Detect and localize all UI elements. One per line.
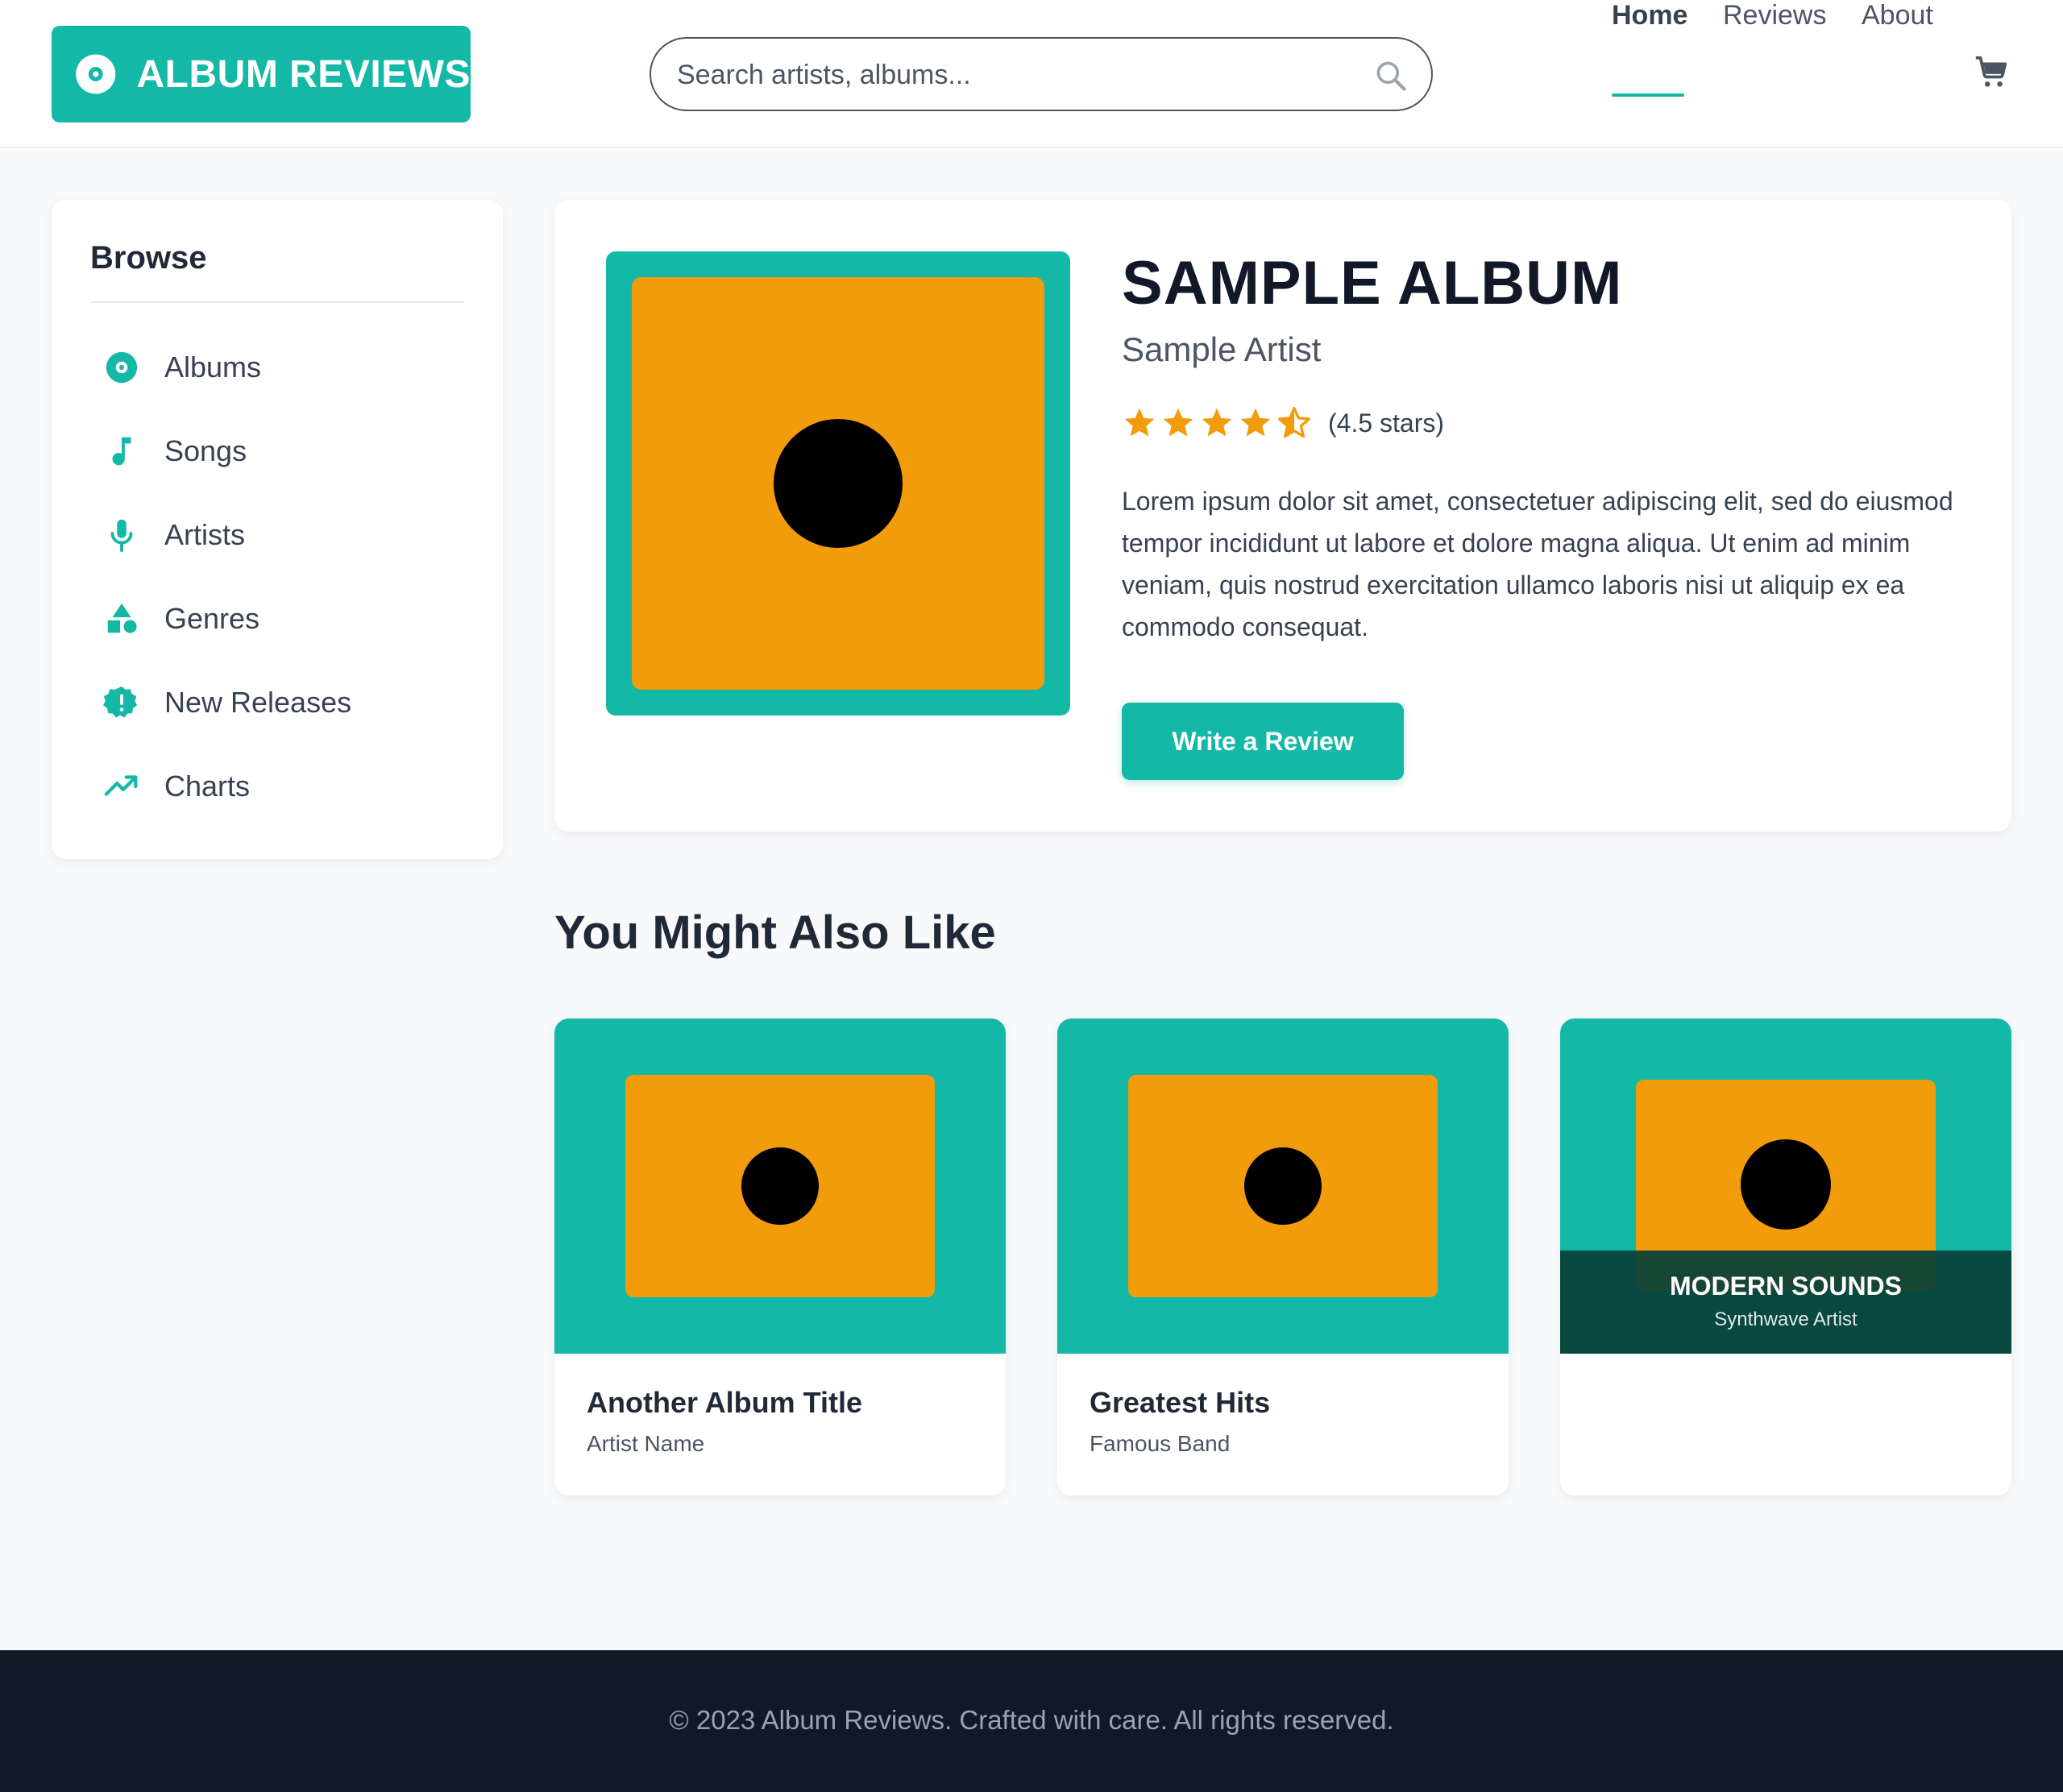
nav-about[interactable]: About bbox=[1862, 0, 1933, 31]
album-cover-disc-center bbox=[1244, 1147, 1322, 1225]
sidebar-item-label: Charts bbox=[164, 769, 251, 803]
shapes-icon bbox=[107, 603, 137, 633]
album-cover bbox=[606, 251, 1070, 716]
sidebar-item-new-releases[interactable]: New Releases bbox=[103, 670, 474, 735]
footer-copyright: © 2023 Album Reviews. Crafted with care.… bbox=[669, 1705, 1394, 1735]
trending-up-icon bbox=[104, 775, 138, 796]
recommendation-artist: Artist Name bbox=[587, 1431, 705, 1456]
sidebar-item-songs[interactable]: Songs bbox=[103, 419, 474, 483]
sidebar-item-label: New Releases bbox=[164, 686, 352, 719]
logo-text: ALBUM REVIEWS bbox=[136, 52, 471, 96]
star-full-icon bbox=[1202, 408, 1232, 437]
album-artist: Sample Artist bbox=[1122, 330, 1322, 368]
rating-text: (4.5 stars) bbox=[1328, 408, 1445, 438]
recommendation-card[interactable]: Greatest Hits Famous Band bbox=[1057, 1018, 1509, 1495]
sidebar-divider bbox=[90, 301, 464, 303]
sidebar-item-charts[interactable]: Charts bbox=[103, 754, 474, 819]
sidebar-item-artists[interactable]: Artists bbox=[103, 503, 474, 567]
site-header: ALBUM REVIEWS Home Reviews About bbox=[0, 0, 2063, 148]
album-cover-disc-center bbox=[774, 419, 903, 548]
music-note-icon bbox=[112, 437, 131, 466]
album-description: Lorem ipsum dolor sit amet, consectetuer… bbox=[1122, 487, 1953, 641]
section-title: You Might Also Like bbox=[554, 906, 996, 959]
nav-home[interactable]: Home bbox=[1612, 0, 1687, 31]
sidebar-item-label: Songs bbox=[164, 434, 247, 467]
recommendation-card[interactable]: Another Album Title Artist Name bbox=[554, 1018, 1006, 1495]
sidebar-item-label: Genres bbox=[164, 602, 260, 635]
recommendation-title: Another Album Title bbox=[587, 1386, 862, 1419]
star-rating: (4.5 stars) bbox=[1122, 403, 1444, 443]
overlay-title: MODERN SOUNDS bbox=[1669, 1271, 1902, 1300]
site-logo[interactable]: ALBUM REVIEWS bbox=[52, 26, 471, 122]
sidebar: Browse Albums Songs Artists Genres New R… bbox=[52, 200, 503, 859]
search-icon[interactable] bbox=[1373, 58, 1409, 93]
hover-overlay: MODERN SOUNDS Synthwave Artist bbox=[1560, 1251, 2011, 1354]
disc-icon bbox=[76, 54, 116, 94]
star-full-icon bbox=[1163, 408, 1193, 437]
nav-reviews[interactable]: Reviews bbox=[1723, 0, 1826, 31]
search-input[interactable] bbox=[677, 53, 1338, 97]
recommendation-card[interactable]: MODERN SOUNDS Synthwave Artist bbox=[1560, 1018, 2011, 1495]
nav-active-indicator bbox=[1612, 93, 1684, 97]
album-cover-sleeve bbox=[632, 277, 1044, 690]
sidebar-item-label: Albums bbox=[164, 351, 262, 384]
album-cover-disc-center bbox=[741, 1147, 819, 1225]
star-half-icon bbox=[1278, 407, 1310, 438]
overlay-artist: Synthwave Artist bbox=[1714, 1309, 1858, 1330]
sidebar-item-genres[interactable]: Genres bbox=[103, 587, 474, 651]
star-full-icon bbox=[1240, 408, 1271, 437]
album-detail-card: SAMPLE ALBUM Sample Artist (4.5 stars) L… bbox=[554, 200, 2011, 832]
write-review-button[interactable]: Write a Review bbox=[1122, 703, 1404, 780]
album-title: SAMPLE ALBUM bbox=[1122, 249, 1623, 317]
disc-icon bbox=[106, 351, 138, 384]
site-footer: © 2023 Album Reviews. Crafted with care.… bbox=[0, 1650, 2063, 1792]
sidebar-item-label: Artists bbox=[164, 518, 246, 551]
sidebar-title: Browse bbox=[90, 240, 207, 276]
album-cover bbox=[1057, 1018, 1509, 1354]
recommendation-artist: Famous Band bbox=[1090, 1431, 1231, 1456]
search-bar bbox=[650, 37, 1433, 111]
new-badge-icon bbox=[103, 686, 138, 718]
recommendation-title: Greatest Hits bbox=[1090, 1386, 1271, 1419]
album-cover bbox=[554, 1018, 1006, 1354]
album-cover-disc-center bbox=[1741, 1139, 1831, 1230]
microphone-icon bbox=[110, 519, 133, 553]
sidebar-item-albums[interactable]: Albums bbox=[103, 335, 474, 400]
album-cover: MODERN SOUNDS Synthwave Artist bbox=[1560, 1018, 2011, 1354]
cart-icon[interactable] bbox=[1973, 53, 2010, 90]
star-full-icon bbox=[1124, 408, 1155, 437]
